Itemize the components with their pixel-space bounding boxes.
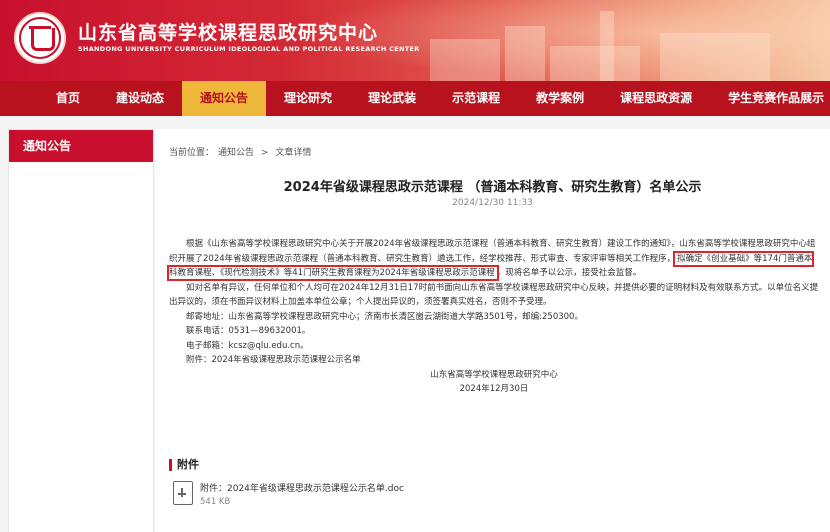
site-title[interactable]: 山东省高等学校课程思政研究中心	[78, 18, 378, 45]
article-date: 2024/12/30 11:33	[452, 198, 533, 208]
mailing-address: 邮寄地址：山东省高等学校课程思政研究中心；济南市长清区崮云湖街道大学路3501号…	[186, 311, 583, 322]
building-silhouette	[660, 33, 770, 81]
nav-item-theory-research[interactable]: 理论研究	[266, 81, 350, 116]
nav-item-home[interactable]: 首页	[0, 81, 98, 116]
site-subtitle: SHANDONG UNIVERSITY CURRICULUM IDEOLOGIC…	[78, 45, 420, 53]
attachment-note: 附件：2024年省级课程思政示范课程公示名单	[186, 355, 361, 365]
sidebar-title[interactable]: 通知公告	[9, 130, 153, 162]
attachment-info: 附件：2024年省级课程思政示范课程公示名单.doc 541 KB	[200, 481, 404, 507]
breadcrumb-link-notices[interactable]: 通知公告	[218, 148, 254, 158]
university-seal-icon[interactable]	[14, 12, 66, 64]
building-silhouette	[505, 26, 545, 81]
attachment-item[interactable]: 附件：2024年省级课程思政示范课程公示名单.doc 541 KB	[173, 481, 404, 507]
paragraph-1-tail: ，现将名单予以公示，接受社会监督。	[496, 268, 642, 278]
attachments-heading: 附件	[169, 459, 199, 471]
paragraph-1: 根据《山东省高等学校课程思政研究中心关于开展2024年省级课程思政示范课程（普通…	[166, 237, 819, 281]
nav-item-teaching-cases[interactable]: 教学案例	[518, 81, 602, 116]
nav-item-notices[interactable]: 通知公告	[182, 81, 267, 116]
breadcrumb-separator: >	[260, 148, 269, 158]
attachment-file-name[interactable]: 附件：2024年省级课程思政示范课程公示名单.doc	[200, 481, 404, 494]
nav-item-construction-news[interactable]: 建设动态	[98, 81, 182, 116]
contact-phone: 联系电话：0531—89632001。	[186, 326, 311, 336]
nav-item-student-works[interactable]: 学生竞赛作品展示	[710, 81, 830, 116]
signature-org: 山东省高等学校课程思政研究中心	[430, 369, 558, 380]
nav-item-resources[interactable]: 课程思政资源	[602, 81, 710, 116]
nav-item-theory-armament[interactable]: 理论武装	[350, 81, 434, 116]
main-nav: 首页 建设动态 通知公告 理论研究 理论武装 示范课程 教学案例 课程思政资源 …	[0, 81, 830, 116]
breadcrumb-prefix: 当前位置：	[169, 148, 215, 158]
download-document-icon[interactable]	[173, 481, 193, 505]
sidebar: 通知公告	[8, 129, 154, 532]
building-silhouette	[430, 39, 500, 81]
article-panel: 当前位置： 通知公告 > 文章详情 2024年省级课程思政示范课程 （普通本科教育…	[155, 129, 830, 532]
article-body: 根据《山东省高等学校课程思政研究中心关于开展2024年省级课程思政示范课程（普通…	[166, 237, 819, 397]
seal-inner	[19, 17, 61, 59]
contact-email: 电子邮箱：kcsz@qlu.edu.cn。	[186, 340, 309, 351]
tower-silhouette	[600, 11, 614, 81]
breadcrumb-current: 文章详情	[275, 148, 312, 158]
signature-date: 2024年12月30日	[459, 384, 529, 394]
attachment-file-size: 541 KB	[200, 497, 231, 507]
article-title: 2024年省级课程思政示范课程 （普通本科教育、研究生教育）名单公示	[283, 180, 702, 195]
paragraph-2: 如对名单有异议，任何单位和个人均可在2024年12月31日17时前书面向山东省高…	[169, 282, 819, 308]
nav-item-model-courses[interactable]: 示范课程	[434, 81, 518, 116]
site-header: 山东省高等学校课程思政研究中心 SHANDONG UNIVERSITY CURR…	[0, 0, 830, 81]
building-silhouette	[550, 46, 640, 81]
breadcrumb: 当前位置： 通知公告 > 文章详情	[169, 145, 315, 158]
